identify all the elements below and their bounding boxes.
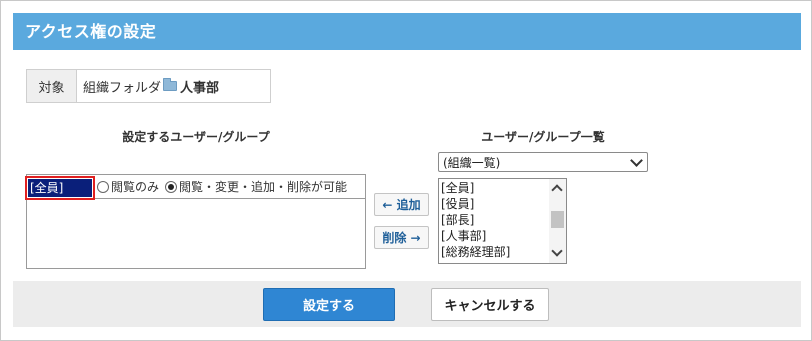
remove-button[interactable]: 削除 → [374,226,429,249]
user-group-list[interactable]: [全員] [役員] [部長] [人事部] [総務経理部] [438,178,567,264]
dialog-frame: アクセス権の設定 対象 組織フォルダ 人事部 設定するユーザー/グループ ユーザ… [0,0,812,341]
target-label: 対象 [27,70,77,102]
radio-full-access[interactable] [165,180,178,193]
chevron-down-icon [630,154,643,167]
user-group-list-title: ユーザー/グループ一覧 [481,130,605,144]
selected-member[interactable]: [全員] [25,175,95,200]
list-item[interactable]: [人事部] [441,228,549,244]
target-field: 対象 組織フォルダ 人事部 [26,69,271,103]
folder-icon [163,78,178,91]
target-path-prefix: 組織フォルダ [83,80,162,96]
footer-bar [13,281,801,327]
list-item[interactable]: [総務経理部] [441,244,549,260]
list-item[interactable]: [全員] [441,180,549,196]
page-title: アクセス権の設定 [13,13,801,50]
list-item[interactable]: [部長] [441,212,549,228]
scroll-up-icon[interactable] [551,184,563,196]
list-item[interactable]: [役員] [441,196,549,212]
target-path: 組織フォルダ 人事部 [77,70,270,102]
submit-button[interactable]: 設定する [263,288,395,321]
organization-select-value: (組織一覧) [443,155,501,170]
radio-full-access-option[interactable]: 閲覧・変更・追加・削除が可能 [165,178,347,195]
selected-users-title: 設定するユーザー/グループ [122,130,270,144]
cancel-button[interactable]: キャンセルする [431,288,549,321]
scrollbar[interactable] [549,179,566,263]
organization-select[interactable]: (組織一覧) [438,152,648,172]
radio-full-access-label: 閲覧・変更・追加・削除が可能 [179,180,348,194]
radio-view-only[interactable] [97,180,109,193]
target-folder-name: 人事部 [180,80,220,96]
selected-member-label: [全員] [28,178,92,197]
selected-users-list[interactable]: [全員] 閲覧のみ 閲覧・変更・追加・削除が可能 [25,174,366,269]
scroll-thumb[interactable] [551,211,564,228]
radio-view-only-option[interactable]: 閲覧のみ [97,178,159,195]
add-button[interactable]: ← 追加 [374,193,429,216]
list-item[interactable]: [全員] 閲覧のみ 閲覧・変更・追加・削除が可能 [25,175,365,200]
radio-view-only-label: 閲覧のみ [111,180,160,194]
scroll-down-icon[interactable] [551,245,563,257]
